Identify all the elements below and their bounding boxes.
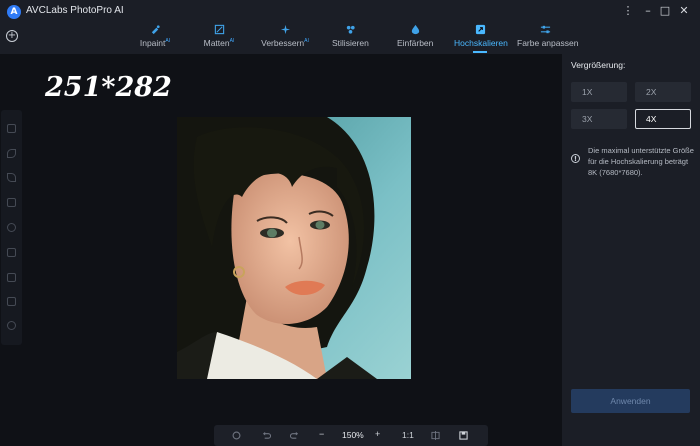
image-tool-icon[interactable] xyxy=(7,297,16,306)
actual-size-button[interactable]: 1:1 xyxy=(402,430,414,440)
tab-adjust-color-label: Farbe anpassen xyxy=(517,38,579,48)
ai-badge: AI xyxy=(229,38,235,45)
compare-icon[interactable] xyxy=(431,431,440,440)
matte-icon xyxy=(214,24,224,35)
zoom-out-button[interactable]: − xyxy=(319,429,324,439)
lasso-tool-icon[interactable] xyxy=(7,173,16,182)
upscale-settings-panel: Vergrößerung: 1X 2X 3X 4X ! Die maximal … xyxy=(562,54,700,446)
tab-adjust-color[interactable]: Farbe anpassen xyxy=(517,24,579,54)
tool-tabs: + InpaintAI MattenAI VerbessernAI Stilis… xyxy=(0,24,700,54)
add-image-button[interactable]: + xyxy=(6,30,18,42)
inpaint-icon xyxy=(151,25,160,35)
left-toolbar xyxy=(1,110,22,345)
tab-colorize-label: Einfärben xyxy=(397,38,434,48)
portrait-image[interactable] xyxy=(177,117,411,379)
zoom-level: 150% xyxy=(342,430,364,440)
ai-badge: AI xyxy=(165,38,171,45)
tab-upscale[interactable]: Hochskalieren xyxy=(454,24,508,54)
object-select-icon[interactable] xyxy=(7,248,16,257)
adjust-color-icon xyxy=(540,25,550,34)
scale-title: Vergrößerung: xyxy=(571,60,626,70)
upscale-icon xyxy=(475,24,485,35)
tab-inpaint-label: Inpaint xyxy=(139,38,166,48)
scale-2x-button[interactable]: 2X xyxy=(635,82,691,102)
tab-colorize[interactable]: Einfärben xyxy=(397,24,433,54)
stylize-icon xyxy=(346,25,355,34)
app-window: A AVCLabs PhotoPro AI ⋮ – □ ✕ + InpaintA… xyxy=(0,0,700,446)
colorize-icon xyxy=(411,24,419,35)
zoom-in-button[interactable]: + xyxy=(375,429,380,439)
tab-enhance[interactable]: VerbessernAI xyxy=(260,24,310,54)
scale-4x-button[interactable]: 4X xyxy=(635,109,691,129)
maximize-button[interactable]: □ xyxy=(658,4,672,18)
mask-tool-icon[interactable] xyxy=(7,273,16,282)
select-tool-icon[interactable] xyxy=(7,124,16,133)
tab-enhance-label: Verbessern xyxy=(261,38,305,48)
tab-inpaint[interactable]: InpaintAI xyxy=(137,24,173,54)
tab-matte[interactable]: MattenAI xyxy=(201,24,237,54)
title-bar: A AVCLabs PhotoPro AI ⋮ – □ ✕ xyxy=(0,0,700,24)
brush-tool-icon[interactable] xyxy=(7,149,16,158)
info-icon: ! xyxy=(571,154,580,163)
ai-badge: AI xyxy=(304,38,309,45)
redo-icon[interactable] xyxy=(290,431,299,440)
scale-3x-button[interactable]: 3X xyxy=(571,109,627,129)
image-size-label: 251*282 xyxy=(45,72,172,103)
active-tab-indicator xyxy=(473,51,487,53)
ellipse-tool-icon[interactable] xyxy=(7,223,16,232)
app-logo: A xyxy=(7,5,21,19)
history-icon[interactable] xyxy=(7,321,16,330)
reset-icon[interactable] xyxy=(232,431,241,440)
minimize-button[interactable]: – xyxy=(641,4,655,18)
bottom-toolbar: − 150% + 1:1 xyxy=(214,425,488,446)
apply-button[interactable]: Anwenden xyxy=(571,389,690,413)
app-title: AVCLabs PhotoPro AI xyxy=(26,5,124,16)
close-button[interactable]: ✕ xyxy=(677,4,691,18)
undo-icon[interactable] xyxy=(262,431,271,440)
enhance-icon xyxy=(280,24,290,35)
tab-matte-label: Matten xyxy=(203,38,230,48)
scale-1x-button[interactable]: 1X xyxy=(571,82,627,102)
portrait-illustration xyxy=(177,117,411,379)
more-menu-button[interactable]: ⋮ xyxy=(621,4,635,18)
save-icon[interactable] xyxy=(459,431,468,440)
tab-stylize[interactable]: Stilisieren xyxy=(332,24,369,54)
max-size-info: Die maximal unterstützte Größe für die H… xyxy=(588,146,694,177)
tab-stylize-label: Stilisieren xyxy=(332,38,369,48)
rectangle-tool-icon[interactable] xyxy=(7,198,16,207)
tab-upscale-label: Hochskalieren xyxy=(454,38,508,48)
